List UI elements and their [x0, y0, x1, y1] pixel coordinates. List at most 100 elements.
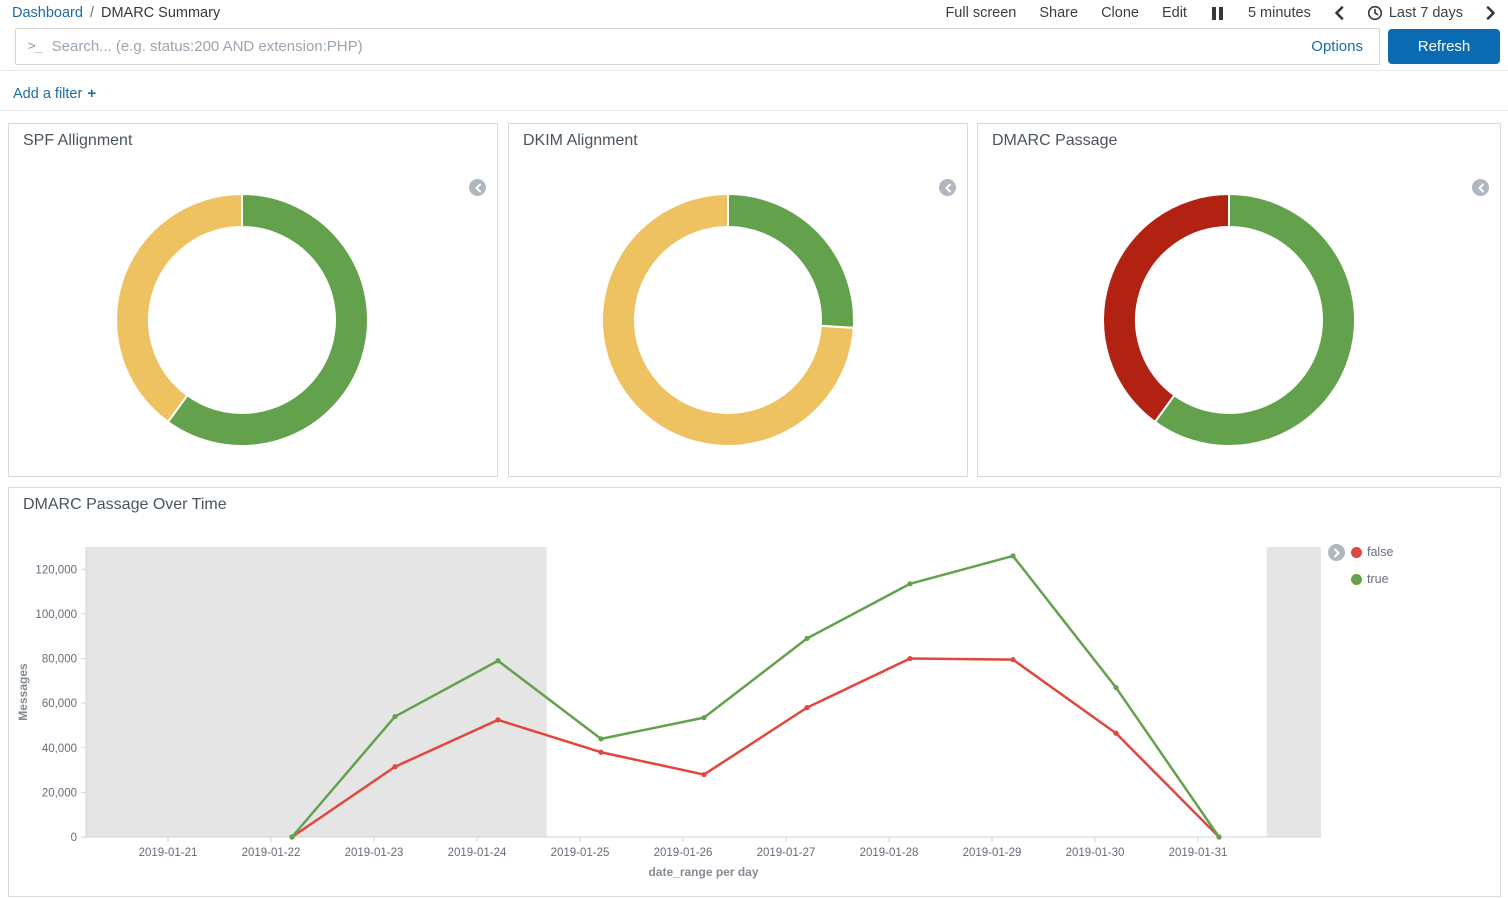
dashboard-page: Dashboard / DMARC Summary Full screen Sh… [0, 0, 1508, 898]
legend-toggle-button[interactable] [1328, 544, 1345, 561]
donut-slice[interactable] [728, 194, 854, 328]
x-axis-labels: 2019-01-21 2019-01-22 2019-01-23 2019-01-24… [139, 847, 1228, 859]
donut-svg [593, 185, 863, 455]
add-filter-label: Add a filter [13, 86, 82, 102]
breadcrumb: Dashboard / DMARC Summary [12, 5, 220, 21]
refresh-button[interactable]: Refresh [1388, 29, 1500, 64]
clock-icon [1367, 5, 1383, 21]
x-tick-label: 2019-01-21 [139, 847, 198, 859]
chart-legend: false true [1351, 545, 1393, 586]
data-point[interactable] [1010, 553, 1015, 558]
x-tick-label: 2019-01-25 [551, 847, 610, 859]
data-point[interactable] [907, 656, 912, 661]
legend-toggle-button[interactable] [939, 179, 956, 196]
y-tick-label: 120,000 [35, 564, 77, 576]
y-tick-label: 40,000 [42, 743, 77, 755]
donut-svg [107, 185, 377, 455]
y-tick-label: 20,000 [42, 787, 77, 799]
x-tick-label: 2019-01-31 [1169, 847, 1228, 859]
data-point[interactable] [1113, 685, 1118, 690]
search-input[interactable] [52, 38, 1296, 55]
x-tick-label: 2019-01-24 [448, 847, 507, 859]
breadcrumb-current: DMARC Summary [101, 5, 220, 21]
pause-icon[interactable] [1210, 7, 1225, 20]
query-prompt-icon: >_ [28, 39, 42, 54]
chevron-left-icon [944, 183, 952, 193]
y-tick-label: 60,000 [42, 698, 77, 710]
x-tick-label: 2019-01-28 [860, 847, 919, 859]
data-point[interactable] [289, 834, 294, 839]
legend-item-false[interactable]: false [1351, 545, 1393, 559]
breadcrumb-dashboard-link[interactable]: Dashboard [12, 5, 83, 21]
data-point[interactable] [495, 658, 500, 663]
legend-label: false [1367, 545, 1393, 559]
data-point[interactable] [1010, 657, 1015, 662]
chevron-right-icon [1486, 6, 1496, 20]
donut-slice[interactable] [116, 194, 242, 422]
refresh-interval-label[interactable]: 5 minutes [1248, 5, 1311, 21]
dmarc-donut-chart [1094, 185, 1364, 455]
x-tick-label: 2019-01-22 [242, 847, 301, 859]
donut-slice[interactable] [1103, 194, 1229, 422]
data-point[interactable] [1216, 834, 1221, 839]
dkim-donut-chart [593, 185, 863, 455]
breadcrumb-separator: / [90, 5, 94, 21]
chevron-left-icon [474, 183, 482, 193]
data-point[interactable] [598, 750, 603, 755]
spf-donut-chart [107, 185, 377, 455]
options-link[interactable]: Options [1295, 38, 1379, 55]
legend-toggle-button[interactable] [1472, 179, 1489, 196]
panel-title: SPF Allignment [23, 132, 132, 150]
filter-divider [0, 110, 1508, 111]
x-tick-label: 2019-01-27 [757, 847, 816, 859]
panel-dmarc-passage: DMARC Passage [977, 123, 1501, 477]
legend-item-true[interactable]: true [1351, 572, 1393, 586]
panel-dkim-alignment: DKIM Alignment [508, 123, 968, 477]
panel-dmarc-passage-over-time: DMARC Passage Over Time 2019-01-212019-0… [8, 487, 1501, 897]
legend-dot-true [1351, 574, 1362, 585]
x-tick-label: 2019-01-30 [1066, 847, 1125, 859]
legend-toggle-button[interactable] [469, 179, 486, 196]
line-chart-svg: 2019-01-21 2019-01-22 2019-01-23 2019-01-24… [9, 488, 1502, 896]
y-tick-label: 100,000 [35, 609, 77, 621]
data-point[interactable] [598, 736, 603, 741]
header-divider [0, 70, 1508, 71]
time-range-label: Last 7 days [1389, 5, 1463, 21]
endzone [86, 547, 547, 837]
y-axis-labels: 0 20,000 40,000 60,000 80,000 100,000 120,000 [35, 564, 77, 844]
data-point[interactable] [701, 715, 706, 720]
panel-title: DKIM Alignment [523, 132, 638, 150]
endzones [86, 547, 1321, 837]
panel-title: DMARC Passage [992, 132, 1117, 150]
time-prev-button[interactable] [1334, 6, 1344, 20]
nav-item-fullscreen[interactable]: Full screen [945, 5, 1016, 21]
data-point[interactable] [701, 772, 706, 777]
donut-svg [1094, 185, 1364, 455]
nav-menu: Full screen Share Clone Edit 5 minutes L… [945, 5, 1496, 21]
data-point[interactable] [907, 581, 912, 586]
add-filter-link[interactable]: Add a filter + [13, 85, 96, 102]
data-point[interactable] [1113, 731, 1118, 736]
y-tick-label: 80,000 [42, 654, 77, 666]
top-nav: Dashboard / DMARC Summary Full screen Sh… [0, 0, 1508, 26]
nav-item-share[interactable]: Share [1039, 5, 1078, 21]
data-point[interactable] [804, 636, 809, 641]
nav-item-clone[interactable]: Clone [1101, 5, 1139, 21]
data-point[interactable] [392, 714, 397, 719]
data-point[interactable] [495, 717, 500, 722]
chevron-left-icon [1334, 6, 1344, 20]
time-range-picker[interactable]: Last 7 days [1367, 5, 1463, 21]
legend-dot-false [1351, 547, 1362, 558]
nav-item-edit[interactable]: Edit [1162, 5, 1187, 21]
x-axis-title: date_range per day [86, 865, 1321, 879]
chevron-left-icon [1477, 183, 1485, 193]
data-point[interactable] [804, 705, 809, 710]
endzone [1267, 547, 1321, 837]
data-point[interactable] [392, 764, 397, 769]
x-tick-label: 2019-01-23 [345, 847, 404, 859]
plus-icon: + [87, 85, 96, 102]
y-axis-title: Messages [16, 632, 30, 752]
time-next-button[interactable] [1486, 6, 1496, 20]
panel-spf-alignment: SPF Allignment [8, 123, 498, 477]
y-tick-label: 0 [71, 832, 77, 844]
